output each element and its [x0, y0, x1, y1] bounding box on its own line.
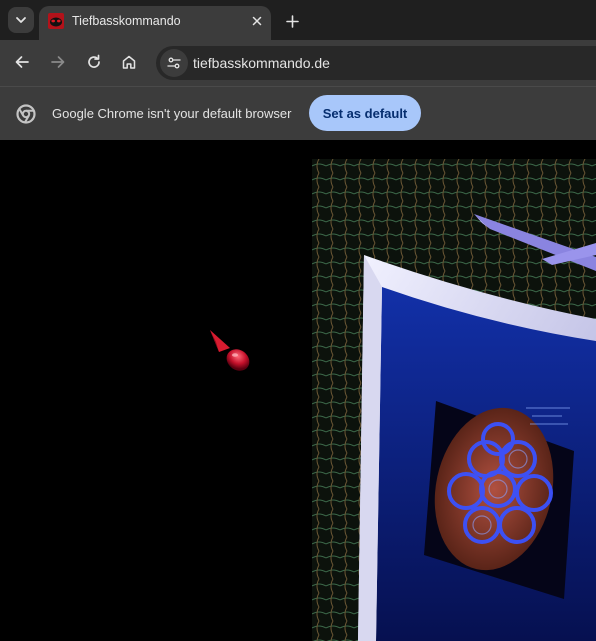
set-as-default-button[interactable]: Set as default — [309, 95, 421, 131]
infobar-message: Google Chrome isn't your default browser — [52, 106, 292, 121]
back-button[interactable] — [8, 48, 36, 76]
toolbar: tiefbasskommando.de — [0, 40, 596, 86]
tab-active[interactable]: Tiefbasskommando — [39, 6, 271, 40]
tab-close-button[interactable] — [247, 11, 267, 31]
default-browser-infobar: Google Chrome isn't your default browser… — [0, 86, 596, 140]
home-button[interactable] — [115, 48, 143, 76]
back-icon — [15, 56, 29, 68]
favicon-icon — [48, 13, 64, 29]
home-icon — [122, 55, 136, 69]
tab-search-button[interactable] — [8, 7, 34, 33]
tab-search-icon — [16, 17, 26, 23]
forward-button[interactable] — [44, 48, 72, 76]
plus-icon — [285, 14, 299, 28]
close-icon — [252, 16, 262, 26]
reload-icon — [88, 54, 100, 68]
hero-artwork — [312, 159, 596, 641]
site-info-button[interactable] — [160, 49, 188, 77]
tab-strip: Tiefbasskommando — [0, 0, 596, 40]
new-tab-button[interactable] — [280, 9, 304, 33]
page-content — [0, 140, 596, 641]
forward-icon — [51, 56, 65, 68]
tab-title: Tiefbasskommando — [72, 14, 181, 28]
reload-button[interactable] — [80, 48, 108, 76]
chrome-logo-icon — [16, 104, 36, 124]
site-info-icon — [167, 57, 181, 69]
url-text[interactable]: tiefbasskommando.de — [193, 55, 330, 71]
cursor-icon — [210, 330, 250, 371]
address-bar[interactable]: tiefbasskommando.de — [156, 46, 596, 80]
